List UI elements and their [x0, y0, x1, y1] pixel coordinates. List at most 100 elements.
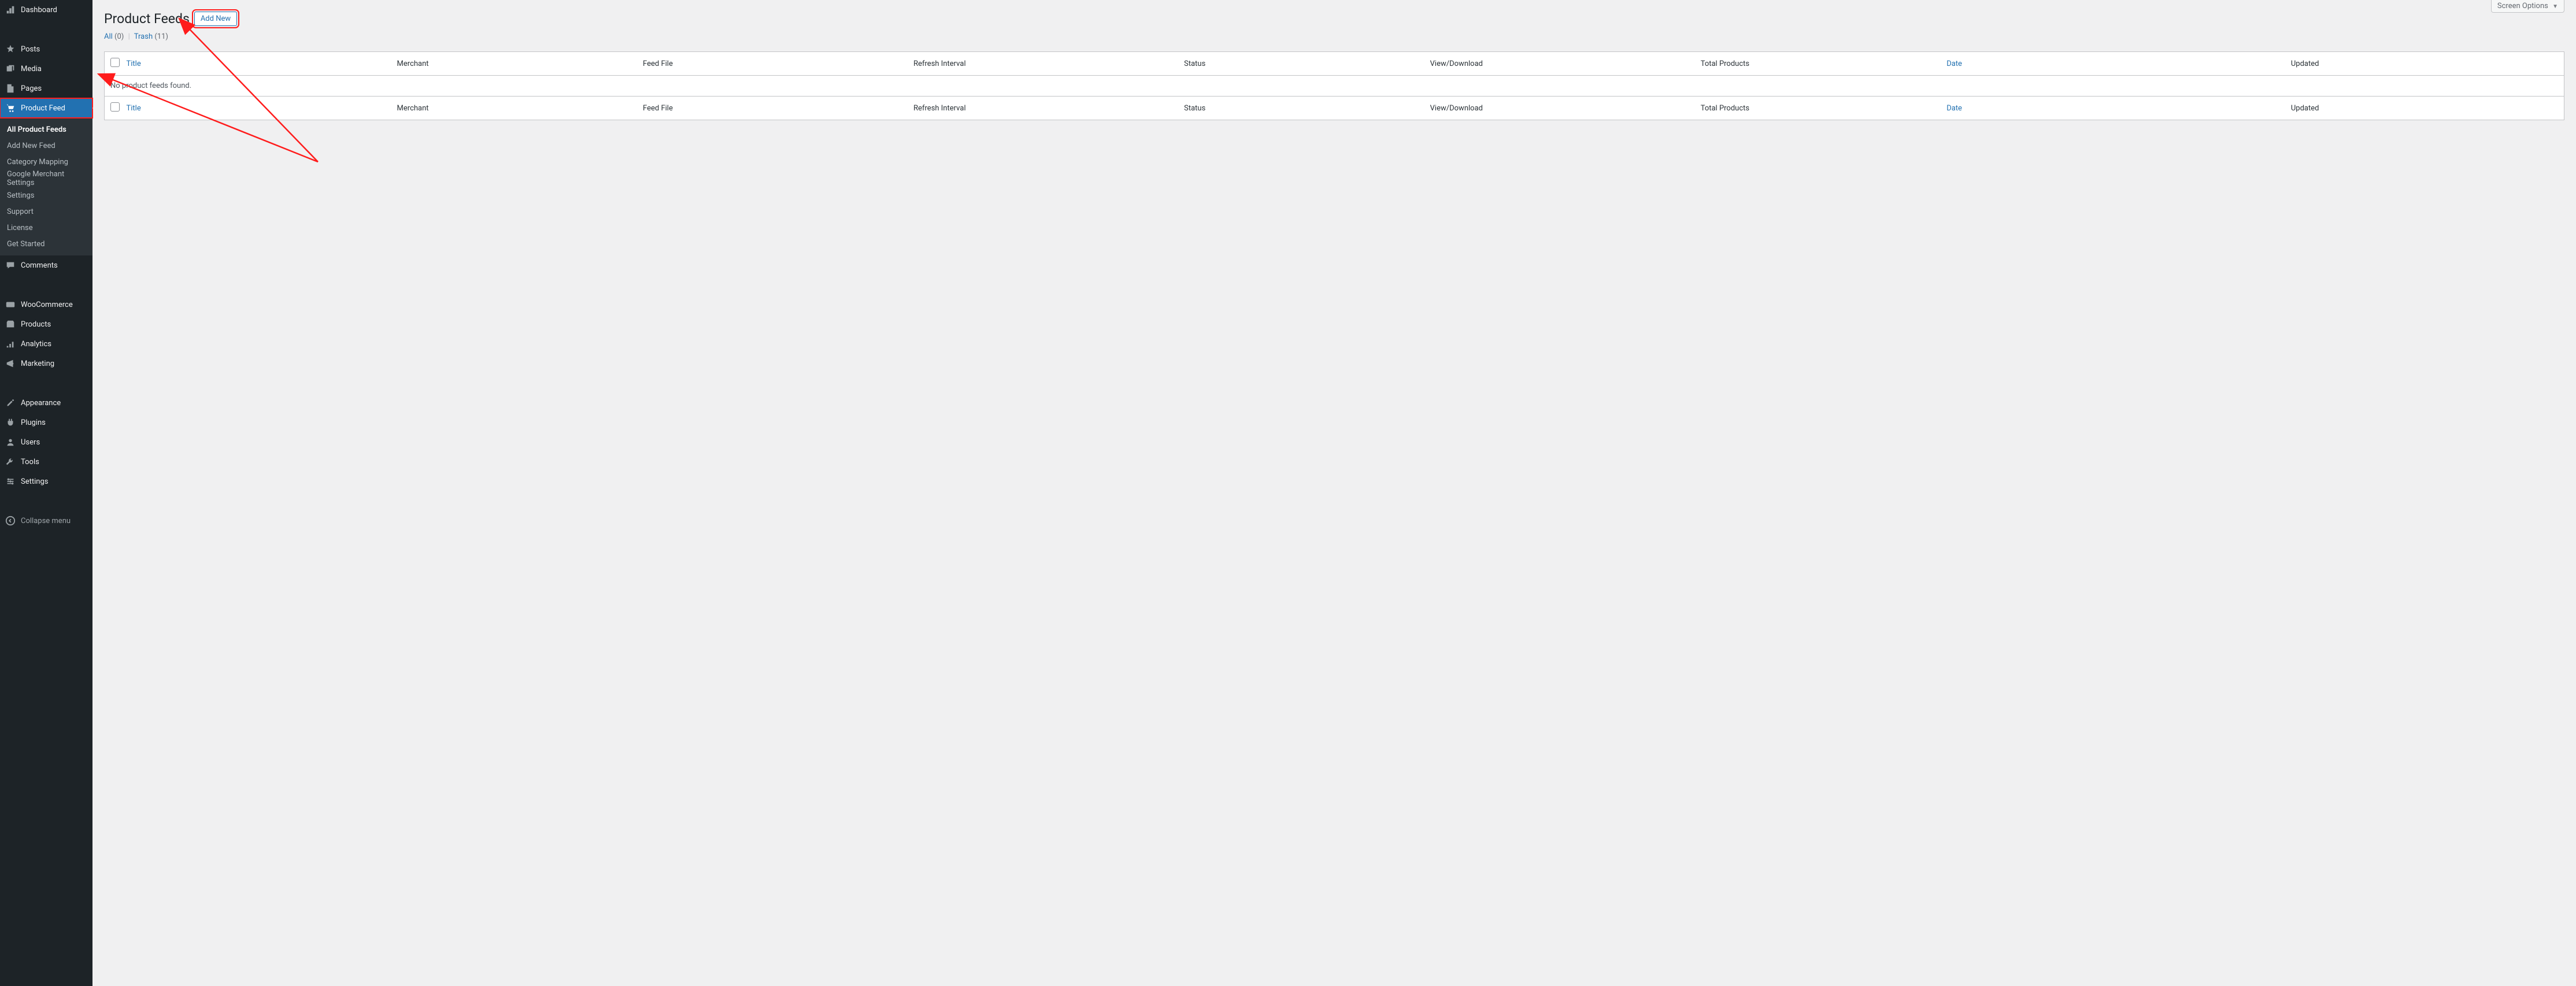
- submenu-settings[interactable]: Settings: [0, 187, 92, 203]
- sidebar-item-woocommerce[interactable]: WooCommerce: [0, 295, 92, 314]
- collapse-menu-button[interactable]: Collapse menu: [0, 511, 92, 531]
- col-refresh-interval-footer: Refresh Interval: [908, 97, 1178, 120]
- page-header: Product Feeds Add New: [104, 6, 2564, 27]
- sidebar-item-label: Products: [21, 320, 51, 329]
- sidebar-separator: [0, 491, 92, 511]
- screen-options-label: Screen Options: [2497, 2, 2548, 10]
- col-feed-file: Feed File: [637, 52, 908, 76]
- sidebar-item-products[interactable]: Products: [0, 314, 92, 334]
- col-merchant-footer: Merchant: [391, 97, 638, 120]
- add-new-button[interactable]: Add New: [194, 12, 237, 26]
- col-status-footer: Status: [1178, 97, 1424, 120]
- col-view-download-footer: View/Download: [1424, 97, 1695, 120]
- settings-icon: [5, 476, 16, 487]
- sidebar-item-label: Comments: [21, 261, 58, 270]
- sidebar-separator: [0, 373, 92, 393]
- sidebar-item-appearance[interactable]: Appearance: [0, 393, 92, 413]
- filter-trash-count: (11): [154, 32, 168, 41]
- filter-separator: |: [128, 32, 130, 41]
- col-feed-file-footer: Feed File: [637, 97, 908, 120]
- submenu-license[interactable]: License: [0, 220, 92, 236]
- screen-options-button[interactable]: Screen Options ▼: [2491, 0, 2564, 13]
- col-title-footer[interactable]: Title: [127, 104, 141, 113]
- feeds-table: Title Merchant Feed File Refresh Interva…: [104, 51, 2564, 120]
- sidebar-item-settings[interactable]: Settings: [0, 472, 92, 491]
- submenu-add-new-feed[interactable]: Add New Feed: [0, 138, 92, 154]
- sidebar-item-label: Media: [21, 65, 42, 73]
- sidebar-item-label: Appearance: [21, 399, 61, 407]
- sidebar-item-dashboard[interactable]: Dashboard: [0, 0, 92, 20]
- status-filters: All (0) | Trash (11): [104, 32, 2564, 41]
- sidebar-submenu: All Product Feeds Add New Feed Category …: [0, 118, 92, 255]
- sidebar-item-label: Posts: [21, 45, 40, 54]
- chevron-down-icon: ▼: [2552, 3, 2558, 10]
- cart-icon: [5, 102, 16, 114]
- dashboard-icon: [5, 4, 16, 16]
- filter-all-link[interactable]: All: [104, 32, 113, 41]
- main-content: Screen Options ▼ Product Feeds Add New A…: [92, 0, 2576, 143]
- sidebar-item-posts[interactable]: Posts: [0, 39, 92, 59]
- sidebar-item-label: Settings: [21, 477, 48, 486]
- sidebar-separator: [0, 20, 92, 39]
- sidebar-item-tools[interactable]: Tools: [0, 452, 92, 472]
- pin-icon: [5, 43, 16, 55]
- tools-icon: [5, 456, 16, 468]
- marketing-icon: [5, 358, 16, 369]
- col-title[interactable]: Title: [127, 60, 141, 68]
- filter-all-count: (0): [114, 32, 124, 41]
- sidebar-item-marketing[interactable]: Marketing: [0, 354, 92, 373]
- sidebar-item-label: WooCommerce: [21, 301, 73, 309]
- woo-icon: [5, 299, 16, 310]
- sidebar-item-label: Dashboard: [21, 6, 57, 14]
- pages-icon: [5, 83, 16, 94]
- col-view-download: View/Download: [1424, 52, 1695, 76]
- sidebar-item-label: Analytics: [21, 340, 51, 349]
- submenu-google-merchant-settings[interactable]: Google Merchant Settings: [0, 170, 92, 187]
- col-total-products: Total Products: [1695, 52, 1941, 76]
- sidebar-item-analytics[interactable]: Analytics: [0, 334, 92, 354]
- sidebar-item-media[interactable]: Media: [0, 59, 92, 79]
- table-empty-row: No product feeds found.: [105, 76, 2564, 97]
- sidebar-item-label: Pages: [21, 84, 42, 93]
- admin-sidebar: Dashboard Posts Media Pages Product Feed…: [0, 0, 92, 986]
- col-merchant: Merchant: [391, 52, 638, 76]
- empty-message: No product feeds found.: [105, 76, 2564, 97]
- sidebar-separator: [0, 275, 92, 295]
- select-all-checkbox-top[interactable]: [110, 58, 120, 67]
- sidebar-item-plugins[interactable]: Plugins: [0, 413, 92, 432]
- appearance-icon: [5, 397, 16, 409]
- col-date-footer[interactable]: Date: [1946, 104, 1962, 113]
- sidebar-item-label: Marketing: [21, 359, 54, 368]
- submenu-category-mapping[interactable]: Category Mapping: [0, 154, 92, 170]
- page-title: Product Feeds: [104, 11, 190, 27]
- col-updated: Updated: [2285, 52, 2564, 76]
- submenu-get-started[interactable]: Get Started: [0, 236, 92, 252]
- select-all-checkbox-bottom[interactable]: [110, 102, 120, 112]
- filter-trash-link[interactable]: Trash: [134, 32, 153, 41]
- media-icon: [5, 63, 16, 75]
- col-refresh-interval: Refresh Interval: [908, 52, 1178, 76]
- users-icon: [5, 436, 16, 448]
- submenu-support[interactable]: Support: [0, 203, 92, 220]
- col-status: Status: [1178, 52, 1424, 76]
- sidebar-item-pages[interactable]: Pages: [0, 79, 92, 98]
- sidebar-item-label: Product Feed: [21, 104, 65, 113]
- sidebar-item-label: Tools: [21, 458, 39, 466]
- product-icon: [5, 318, 16, 330]
- collapse-menu-label: Collapse menu: [21, 517, 71, 525]
- comment-icon: [5, 260, 16, 271]
- col-updated-footer: Updated: [2285, 97, 2564, 120]
- select-all-header: [105, 52, 121, 76]
- sidebar-item-label: Users: [21, 438, 40, 447]
- submenu-all-product-feeds[interactable]: All Product Feeds: [0, 121, 92, 138]
- plugin-icon: [5, 417, 16, 428]
- analytics-icon: [5, 338, 16, 350]
- collapse-icon: [5, 515, 16, 527]
- sidebar-item-comments[interactable]: Comments: [0, 255, 92, 275]
- col-date[interactable]: Date: [1946, 60, 1962, 68]
- sidebar-item-product-feed[interactable]: Product Feed: [0, 98, 92, 118]
- select-all-footer: [105, 97, 121, 120]
- sidebar-item-label: Plugins: [21, 418, 46, 427]
- sidebar-item-users[interactable]: Users: [0, 432, 92, 452]
- col-total-products-footer: Total Products: [1695, 97, 1941, 120]
